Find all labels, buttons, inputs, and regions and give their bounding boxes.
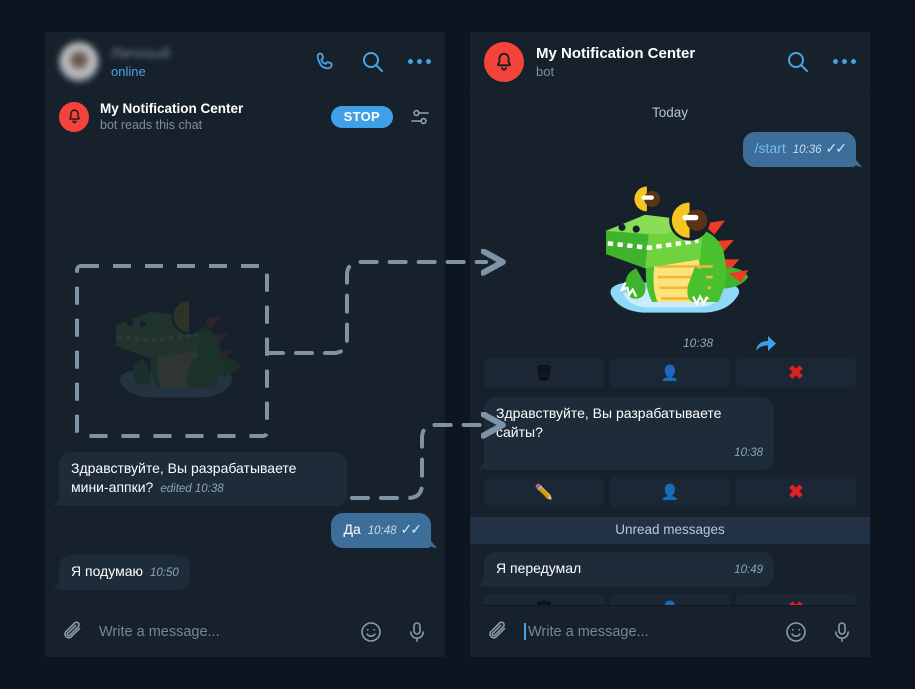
- bell-icon[interactable]: [484, 41, 524, 82]
- read-ticks-icon: ✓✓: [400, 521, 423, 537]
- right-header-actions: [785, 49, 856, 75]
- right-message-list: Today /start 10:36 ✓✓ 10:38 🗑 👤 ✖ Здравс…: [470, 92, 870, 605]
- unread-messages-divider: Unread messages: [470, 517, 870, 544]
- bot-bar-subtitle: bot reads this chat: [100, 118, 203, 132]
- message-row: Здравствуйте, Вы разрабатываете мини-апп…: [59, 452, 431, 506]
- kb-user-button[interactable]: 👤: [610, 358, 730, 388]
- trash-icon: 🗑: [534, 364, 554, 382]
- message-row: /start 10:36 ✓✓: [484, 132, 856, 167]
- more-icon[interactable]: [833, 59, 856, 64]
- kb-block-button[interactable]: ✖: [736, 477, 856, 507]
- left-header-actions: [314, 49, 431, 75]
- crocodile-sticker[interactable]: [580, 174, 760, 334]
- message-meta: 10:38: [682, 336, 714, 350]
- stop-button[interactable]: STOP: [330, 105, 393, 128]
- inline-keyboard: 🗑 👤 ✖: [484, 358, 856, 388]
- kb-block-button[interactable]: ✖: [736, 594, 856, 605]
- left-composer-icons: [359, 620, 429, 644]
- message-bubble-peredumal[interactable]: Я передумал 10:49: [484, 552, 774, 587]
- chat-status: bot: [536, 63, 555, 79]
- chat-title-blurred: Личный: [111, 44, 171, 62]
- person-icon: 👤: [660, 483, 680, 501]
- message-text: Я подумаю: [71, 563, 143, 579]
- chat-status-online: online: [111, 63, 146, 79]
- message-row: Здравствуйте, Вы разрабатываете сайты? 1…: [484, 397, 856, 470]
- left-chat-header: Личный online: [45, 32, 445, 92]
- pencil-icon: ✏️: [534, 483, 554, 501]
- app-root: Личный online My Notification Center bot…: [0, 0, 915, 689]
- cross-icon: ✖: [788, 481, 804, 503]
- right-chat-header: My Notification Center bot: [470, 32, 870, 92]
- message-row: Я подумаю 10:50: [59, 555, 431, 590]
- message-bubble-mini-apps[interactable]: Здравствуйте, Вы разрабатываете мини-апп…: [59, 452, 347, 506]
- paperclip-icon[interactable]: [486, 620, 510, 644]
- smiley-icon[interactable]: [784, 620, 808, 644]
- right-bot-panel: My Notification Center bot Today /start 1…: [470, 32, 870, 657]
- day-divider: Today: [651, 105, 689, 120]
- message-meta: edited 10:38: [160, 483, 224, 495]
- more-icon[interactable]: [408, 59, 431, 64]
- bell-icon: [59, 101, 89, 132]
- left-header-titles: Личный online: [111, 44, 304, 80]
- message-meta: 10:49: [734, 564, 763, 576]
- message-input-placeholder: Write a message...: [99, 623, 220, 640]
- phone-icon[interactable]: [314, 50, 338, 74]
- kb-edit-button[interactable]: ✏️: [484, 477, 604, 507]
- search-icon[interactable]: [360, 49, 386, 75]
- message-bubble-podumayu[interactable]: Я подумаю 10:50: [59, 555, 190, 590]
- message-input[interactable]: Write a message...: [99, 624, 345, 640]
- kb-block-button[interactable]: ✖: [736, 358, 856, 388]
- message-bubble-start[interactable]: /start 10:36 ✓✓: [742, 132, 856, 167]
- bot-bar-titles: My Notification Center bot reads this ch…: [100, 100, 331, 133]
- message-input[interactable]: Write a message...: [524, 623, 770, 640]
- chat-title: My Notification Center: [536, 44, 696, 62]
- search-icon[interactable]: [785, 49, 811, 75]
- kb-delete-button[interactable]: 🗑: [484, 594, 604, 605]
- message-bubble-da[interactable]: Да 10:48 ✓✓: [331, 513, 431, 548]
- smiley-icon[interactable]: [359, 620, 383, 644]
- message-meta: 10:36: [792, 144, 822, 156]
- message-text: Да: [343, 521, 361, 537]
- microphone-icon[interactable]: [405, 620, 429, 644]
- right-header-titles: My Notification Center bot: [536, 44, 775, 80]
- forward-arrow-icon[interactable]: [753, 332, 777, 354]
- bot-notification-bar: My Notification Center bot reads this ch…: [45, 92, 445, 142]
- text-cursor: [524, 623, 526, 640]
- message-row: Я передумал 10:49: [484, 552, 856, 587]
- right-composer: Write a message...: [470, 605, 870, 657]
- kb-user-button[interactable]: 👤: [610, 594, 730, 605]
- left-composer: Write a message...: [45, 605, 445, 657]
- sticker-message: 10:38: [484, 174, 856, 354]
- message-text: Здравствуйте, Вы разрабатываете сайты?: [496, 405, 722, 440]
- kb-delete-button[interactable]: 🗑: [484, 358, 604, 388]
- bot-bar-title: My Notification Center: [100, 101, 244, 116]
- cross-icon: ✖: [788, 362, 804, 384]
- message-meta: 10:38: [734, 447, 763, 459]
- sliders-icon[interactable]: [409, 106, 431, 128]
- inline-keyboard: ✏️ 👤 ✖: [484, 477, 856, 507]
- message-meta: 10:50: [149, 567, 179, 579]
- sticker-footer: 10:38: [563, 332, 777, 354]
- microphone-icon[interactable]: [830, 620, 854, 644]
- paperclip-icon[interactable]: [61, 620, 85, 644]
- kb-user-button[interactable]: 👤: [610, 477, 730, 507]
- message-meta: 10:48: [367, 525, 397, 537]
- message-bubble-sites[interactable]: Здравствуйте, Вы разрабатываете сайты? 1…: [484, 397, 774, 470]
- message-input-placeholder: Write a message...: [528, 623, 649, 640]
- right-composer-icons: [784, 620, 854, 644]
- message-text: Я передумал: [496, 560, 582, 576]
- read-ticks-icon: ✓✓: [825, 140, 848, 156]
- ghost-crocodile-sticker: [116, 284, 241, 398]
- person-icon: 👤: [660, 364, 680, 382]
- inline-keyboard: 🗑 👤 ✖: [484, 594, 856, 605]
- bot-command-link[interactable]: /start: [755, 140, 786, 156]
- user-avatar-blurred[interactable]: [59, 41, 99, 82]
- message-row: Да 10:48 ✓✓: [59, 513, 431, 548]
